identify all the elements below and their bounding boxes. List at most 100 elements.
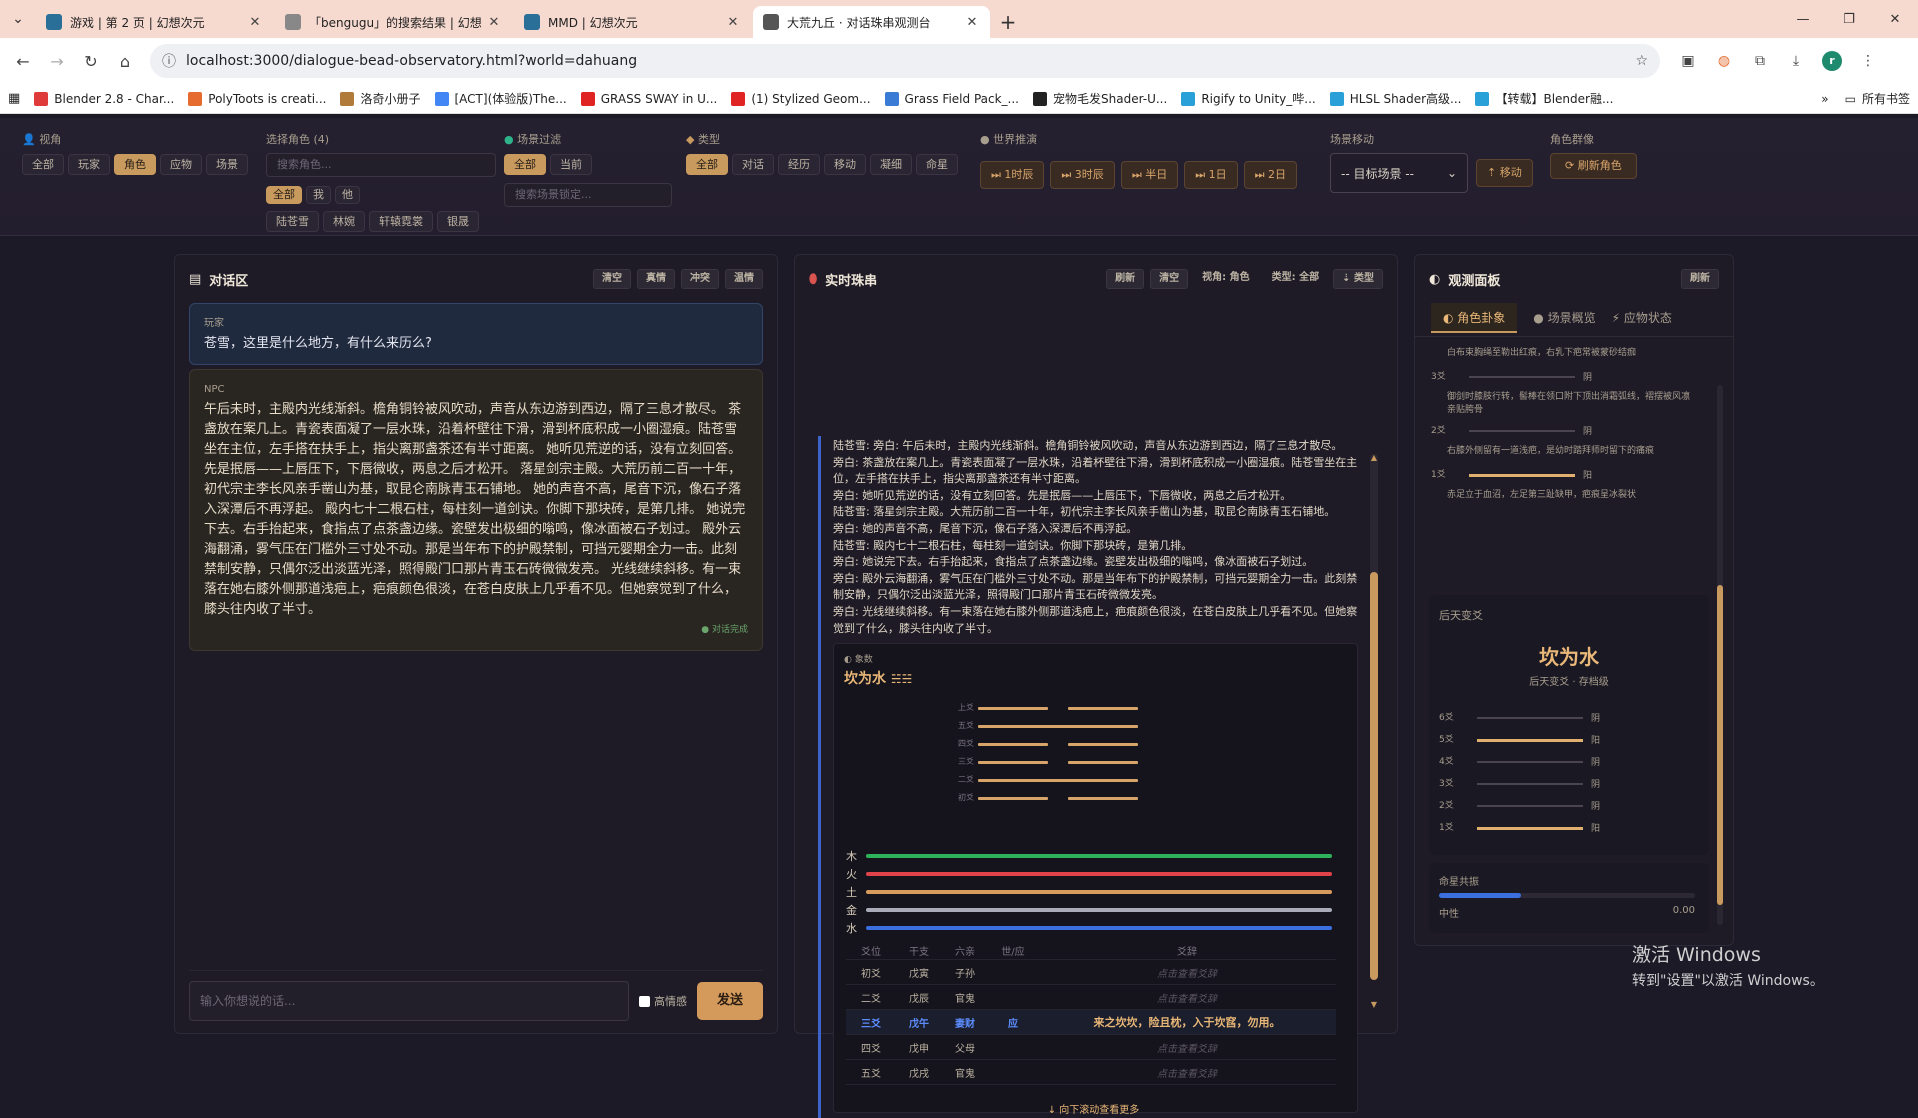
hex-line-label: 三爻 xyxy=(958,757,974,767)
filter-option[interactable]: 命星 xyxy=(916,154,958,175)
bead-type-select[interactable]: 类型: 全部 xyxy=(1264,269,1327,289)
world-advance-button[interactable]: ⏭ 3时辰 xyxy=(1050,161,1115,189)
all-bookmarks-link[interactable]: 所有书签 xyxy=(1862,90,1910,107)
world-advance-button[interactable]: ⏭ 2日 xyxy=(1243,161,1298,189)
bookmark-item[interactable]: 【转载】Blender融... xyxy=(1475,90,1613,107)
filter-option[interactable]: 经历 xyxy=(778,154,820,175)
bookmark-item[interactable]: Rigify to Unity_哔... xyxy=(1181,90,1316,107)
home-icon[interactable]: ⌂ xyxy=(108,44,142,78)
restore-icon[interactable]: ❐ xyxy=(1826,0,1872,38)
bookmark-item[interactable]: 洛奇小册子 xyxy=(340,90,421,107)
target-scene-select[interactable]: -- 目标场景 -- ⌄ xyxy=(1330,153,1468,193)
browser-tab[interactable]: 游戏 | 第 2 页 | 幻想次元 ✕ xyxy=(36,6,273,38)
high-emotion-checkbox[interactable] xyxy=(639,995,650,1007)
bead-view-select[interactable]: 视角: 角色 xyxy=(1194,269,1257,289)
filter-option[interactable]: 移动 xyxy=(824,154,866,175)
dialog-tool-button[interactable]: 冲突 xyxy=(681,269,719,289)
filter-option[interactable]: 全部 xyxy=(266,186,302,204)
bookmark-item[interactable]: PolyToots is creati... xyxy=(188,90,326,107)
filter-option[interactable]: 全部 xyxy=(504,154,546,175)
world-advance-button[interactable]: ⏭ 1日 xyxy=(1184,161,1238,189)
later-yao-row: 6爻 阴 xyxy=(1439,710,1689,726)
observe-scroll-thumb[interactable] xyxy=(1717,585,1723,905)
profile-avatar[interactable]: r xyxy=(1814,44,1850,78)
extension-icon-2[interactable]: ◍ xyxy=(1706,44,1742,78)
yao-row[interactable]: 二爻 戊辰 官鬼 点击查看爻辞 xyxy=(846,985,1336,1011)
yao-cell: 妻财 xyxy=(955,1018,975,1030)
bookmark-item[interactable]: [ACT](体验版)The... xyxy=(434,90,567,107)
filter-option[interactable]: 应物 xyxy=(160,154,202,175)
filter-option[interactable]: 角色 xyxy=(114,154,156,175)
tab-close-icon[interactable]: ✕ xyxy=(486,15,502,30)
message-input[interactable]: 输入你想说的话... xyxy=(189,981,629,1021)
bookmark-item[interactable]: (1) Stylized Geom... xyxy=(731,90,871,107)
yao-row[interactable]: 五爻 戊戌 官鬼 点击查看爻辞 xyxy=(846,1060,1336,1086)
tab-favicon-icon xyxy=(46,14,62,30)
url-input[interactable]: ⓘ localhost:3000/dialogue-bead-observator… xyxy=(150,44,1660,78)
bead-scroll-thumb[interactable] xyxy=(1370,572,1378,980)
extensions-puzzle-icon[interactable]: ⧉ xyxy=(1742,44,1778,78)
bookmark-item[interactable]: Blender 2.8 - Char... xyxy=(34,90,174,107)
observe-tab[interactable]: ⚡ 应物状态 xyxy=(1612,303,1672,333)
apps-grid-icon[interactable]: ▦ xyxy=(8,91,20,106)
move-button[interactable]: ⇡ 移动 xyxy=(1476,159,1533,187)
scroll-up-icon[interactable]: ▲ xyxy=(1370,453,1378,465)
minimize-icon[interactable]: — xyxy=(1780,0,1826,38)
browser-menu-icon[interactable]: ⋮ xyxy=(1850,44,1886,78)
world-advance-button[interactable]: ⏭ 半日 xyxy=(1120,161,1179,189)
tab-search-icon[interactable]: ⌄ xyxy=(0,0,36,38)
filter-option[interactable]: 轩辕霓裳 xyxy=(369,211,433,232)
element-bar xyxy=(866,872,1332,877)
dialog-tool-button[interactable]: 清空 xyxy=(593,269,631,289)
bookmark-item[interactable]: 宠物毛发Shader-U... xyxy=(1033,90,1167,107)
new-tab-button[interactable]: + xyxy=(992,6,1024,38)
bookmarks-overflow-icon[interactable]: » xyxy=(1821,92,1828,106)
dialog-tool-button[interactable]: 温情 xyxy=(725,269,763,289)
browser-tab[interactable]: 「bengugu」的搜索结果 | 幻想 ✕ xyxy=(275,6,512,38)
yao-row[interactable]: 四爻 戊申 父母 点击查看爻辞 xyxy=(846,1035,1336,1061)
filter-option[interactable]: 他 xyxy=(335,186,360,204)
world-advance-button[interactable]: ⏭ 1时辰 xyxy=(980,161,1045,189)
role-search-input[interactable]: 搜索角色... xyxy=(266,153,496,177)
bookmark-item[interactable]: HLSL Shader高级... xyxy=(1329,90,1461,107)
scene-search-input[interactable]: 搜索场景锁定... xyxy=(504,183,672,207)
browser-tab[interactable]: 大荒九丘 · 对话珠串观测台 ✕ xyxy=(753,6,990,38)
tab-close-icon[interactable]: ✕ xyxy=(247,15,263,30)
filter-option[interactable]: 凝细 xyxy=(870,154,912,175)
scroll-down-icon[interactable]: ▼ xyxy=(1370,1000,1378,1012)
filter-option[interactable]: 陆苍雪 xyxy=(266,211,319,232)
forward-icon[interactable]: → xyxy=(40,44,74,78)
observe-tab[interactable]: ● 场景概览 xyxy=(1533,303,1595,333)
browser-tab[interactable]: MMD | 幻想次元 ✕ xyxy=(514,6,751,38)
refresh-roles-button[interactable]: ⟳ 刷新角色 xyxy=(1550,153,1637,179)
filter-option[interactable]: 玩家 xyxy=(68,154,110,175)
extension-icon-1[interactable]: ▣ xyxy=(1670,44,1706,78)
bookmark-item[interactable]: Grass Field Pack_... xyxy=(884,90,1019,107)
filter-option[interactable]: 林婉 xyxy=(323,211,365,232)
download-icon[interactable]: ⤓ xyxy=(1778,44,1814,78)
bead-clear-button[interactable]: 清空 xyxy=(1150,269,1189,289)
send-button[interactable]: 发送 xyxy=(696,982,763,1020)
reload-icon[interactable]: ↻ xyxy=(74,44,108,78)
filter-option[interactable]: 全部 xyxy=(22,154,64,175)
site-info-icon[interactable]: ⓘ xyxy=(162,51,176,71)
filter-option[interactable]: 银晟 xyxy=(437,211,479,232)
filter-option[interactable]: 当前 xyxy=(550,154,592,175)
bead-refresh-button[interactable]: 刷新 xyxy=(1106,269,1145,289)
close-window-icon[interactable]: ✕ xyxy=(1872,0,1918,38)
filter-option[interactable]: 场景 xyxy=(206,154,248,175)
observe-tab[interactable]: ◐ 角色卦象 xyxy=(1431,303,1518,333)
tab-close-icon[interactable]: ✕ xyxy=(725,15,741,30)
dialog-tool-button[interactable]: 真情 xyxy=(637,269,675,289)
filter-option[interactable]: 全部 xyxy=(686,154,728,175)
observe-refresh-button[interactable]: 刷新 xyxy=(1681,269,1719,289)
back-icon[interactable]: ← xyxy=(6,44,40,78)
bead-type-button[interactable]: ⇣ 类型 xyxy=(1333,269,1383,289)
bookmark-star-icon[interactable]: ☆ xyxy=(1635,53,1648,69)
yao-row[interactable]: 初爻 戊寅 子孙 点击查看爻辞 xyxy=(846,960,1336,986)
tab-close-icon[interactable]: ✕ xyxy=(964,15,980,30)
yao-row[interactable]: 三爻 戊午 妻财 应 来之坎坎，险且枕，入于坎窞，勿用。 xyxy=(846,1010,1336,1036)
bookmark-item[interactable]: GRASS SWAY in U... xyxy=(580,90,717,107)
filter-option[interactable]: 我 xyxy=(306,186,331,204)
filter-option[interactable]: 对话 xyxy=(732,154,774,175)
